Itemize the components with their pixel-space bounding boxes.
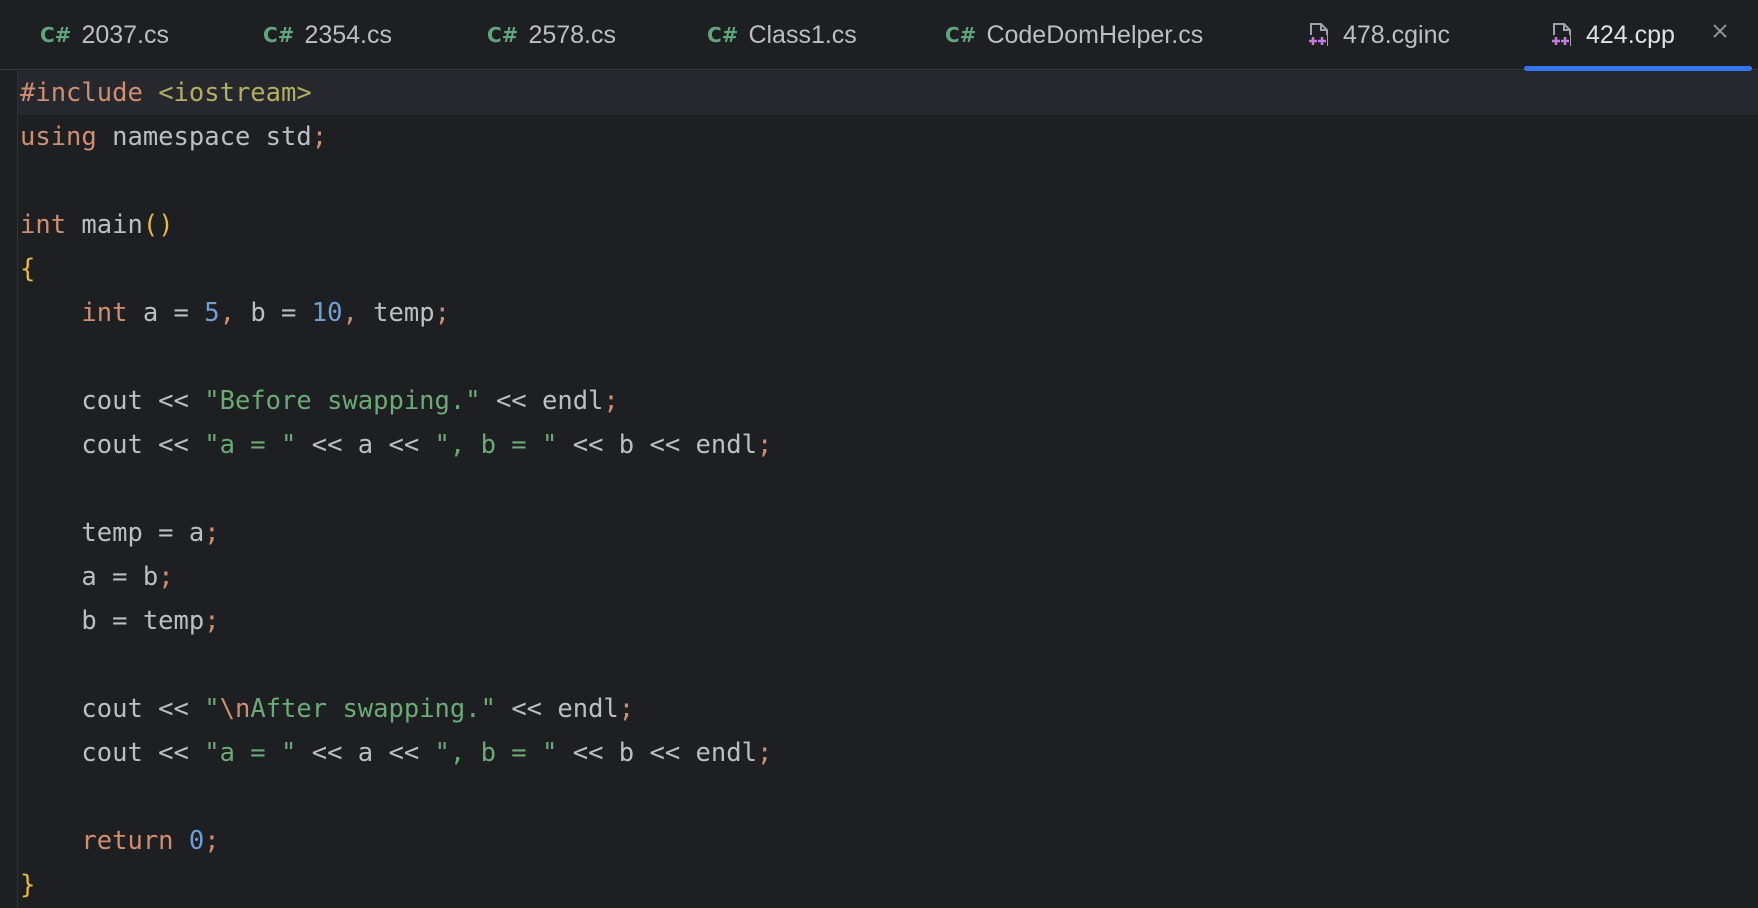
string-literal: After swapping." (250, 694, 496, 724)
identifier: cout << (81, 430, 205, 460)
string-literal: "a = " (204, 738, 297, 768)
function-name: main (81, 210, 143, 240)
tab-label: 478.cginc (1343, 20, 1451, 49)
identifier: << b << endl (557, 738, 757, 768)
string-literal: " (204, 694, 220, 724)
code-line-8: cout << "Before swapping." << endl; (20, 379, 619, 423)
identifier: cout << (81, 694, 205, 724)
number-literal: 10 (311, 298, 343, 328)
code-line-13: b = temp; (20, 599, 220, 643)
string-literal: "a = " (204, 430, 297, 460)
code-editor[interactable]: #include <iostream> using namespace std;… (0, 71, 1758, 908)
csharp-file-icon: C# (487, 23, 519, 47)
code-line-11: temp = a; (20, 511, 220, 555)
cpp-file-icon (1548, 21, 1576, 49)
semicolon: ; (618, 694, 635, 724)
identifier: temp = a (81, 518, 205, 548)
identifier: << endl (480, 386, 604, 416)
identifier: a = b (81, 562, 159, 592)
identifier: namespace std (112, 122, 312, 152)
cpp-file-icon (1305, 21, 1333, 49)
semicolon: ; (603, 386, 619, 416)
code-line-5: { (20, 247, 35, 291)
tab-class1-cs[interactable]: C# Class1.cs (707, 0, 857, 70)
tab-label: 424.cpp (1586, 20, 1675, 49)
gutter-divider (17, 71, 18, 908)
code-line-18: return 0; (20, 819, 220, 863)
semicolon: ; (434, 298, 450, 328)
semicolon: ; (204, 518, 220, 548)
string-literal: ", b = " (434, 430, 558, 460)
number-literal: 5 (204, 298, 220, 328)
tab-478-cginc[interactable]: 478.cginc (1305, 0, 1450, 70)
comma: , (342, 298, 358, 328)
identifier: << endl (495, 694, 619, 724)
tab-label: 2578.cs (528, 20, 616, 49)
keyword: using (20, 122, 97, 152)
semicolon: ; (158, 562, 174, 592)
semicolon: ; (204, 606, 220, 636)
csharp-file-icon: C# (40, 23, 72, 47)
identifier: << a << (296, 430, 435, 460)
tab-2578-cs[interactable]: C# 2578.cs (487, 0, 616, 70)
csharp-file-icon: C# (263, 23, 295, 47)
semicolon: ; (756, 738, 773, 768)
tab-label: 2354.cs (304, 20, 392, 49)
code-line-1: #include <iostream> (20, 71, 312, 115)
keyword: int (81, 298, 128, 328)
identifier: << a << (296, 738, 435, 768)
preprocessor-directive: #include (20, 78, 143, 108)
number-literal: 0 (188, 826, 205, 856)
tab-label: CodeDomHelper.cs (986, 20, 1204, 49)
semicolon: ; (756, 430, 773, 460)
csharp-file-icon: C# (707, 23, 739, 47)
code-line-16: cout << "a = " << a << ", b = " << b << … (20, 731, 772, 775)
identifier: b = temp (81, 606, 205, 636)
code-line-12: a = b; (20, 555, 174, 599)
tab-label: 2037.cs (81, 20, 169, 49)
code-line-15: cout << "\nAfter swapping." << endl; (20, 687, 634, 731)
code-line-19: } (20, 863, 35, 907)
keyword: return (81, 826, 174, 856)
code-line-6: int a = 5, b = 10, temp; (20, 291, 450, 335)
code-line-2: using namespace std; (20, 115, 327, 159)
code-line-9: cout << "a = " << a << ", b = " << b << … (20, 423, 772, 467)
include-target: <iostream> (158, 78, 312, 108)
tab-424-cpp[interactable]: 424.cpp (1548, 0, 1675, 70)
string-literal: ", b = " (434, 738, 558, 768)
identifier: cout << (81, 386, 205, 416)
close-brace: } (20, 870, 36, 900)
identifier: << b << endl (557, 430, 757, 460)
identifier: temp (357, 298, 435, 328)
csharp-file-icon: C# (945, 23, 977, 47)
identifier: a = (142, 298, 205, 328)
open-brace: { (20, 254, 36, 284)
keyword: int (20, 210, 67, 240)
comma: , (219, 298, 235, 328)
tab-2354-cs[interactable]: C# 2354.cs (263, 0, 392, 70)
editor-tab-bar: C# 2037.cs C# 2354.cs C# 2578.cs C# Clas… (0, 0, 1758, 71)
code-line-4: int main() (20, 203, 174, 247)
semicolon: ; (311, 122, 328, 152)
tab-codedomhelper-cs[interactable]: C# CodeDomHelper.cs (945, 0, 1203, 70)
close-tab-icon[interactable] (1706, 17, 1734, 45)
escape-sequence: \n (219, 694, 251, 724)
identifier: b = (234, 298, 312, 328)
tab-label: Class1.cs (748, 20, 857, 49)
parentheses: () (142, 210, 174, 240)
semicolon: ; (204, 826, 220, 856)
identifier: cout << (81, 738, 205, 768)
string-literal: "Before swapping." (204, 386, 481, 416)
tab-2037-cs[interactable]: C# 2037.cs (40, 0, 169, 70)
